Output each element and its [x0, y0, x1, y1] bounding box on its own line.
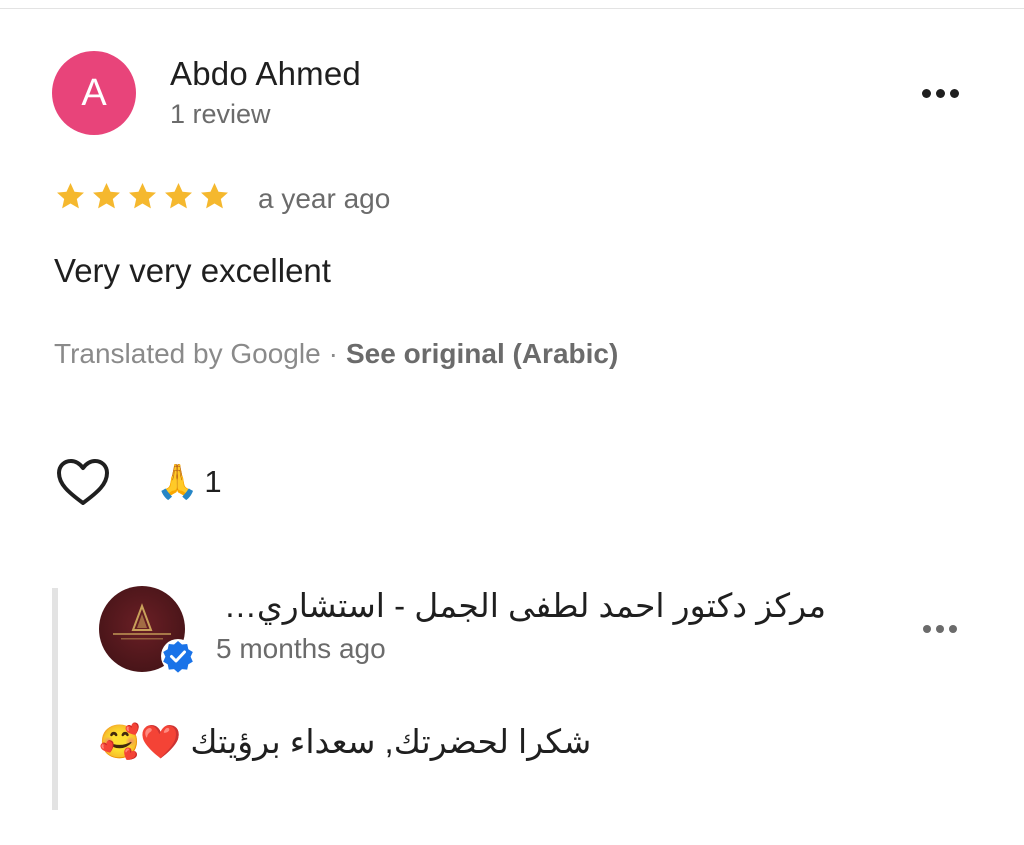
more-dot	[923, 625, 931, 633]
star-rating	[54, 180, 231, 213]
owner-response-text: شكرا لحضرتك, سعداء برؤيتك ❤️🥰	[99, 723, 592, 760]
review-card: A Abdo Ahmed 1 review a year ago Very ve…	[0, 0, 1024, 845]
avatar-letter: A	[81, 71, 107, 114]
pray-emoji: 🙏	[156, 463, 199, 501]
star-icon	[93, 183, 120, 209]
translation-note: Translated by Google · See original (Arabi…	[54, 338, 618, 370]
star-icon	[201, 183, 228, 209]
see-original-link[interactable]: See original (Arabic)	[346, 338, 618, 369]
star-icon	[57, 183, 84, 209]
more-dot	[936, 625, 944, 633]
owner-response-time: 5 months ago	[216, 633, 386, 664]
more-dot	[921, 88, 931, 98]
reply-indent-bar	[52, 588, 58, 810]
verified-badge-icon	[161, 639, 195, 673]
review-more-button[interactable]	[916, 78, 964, 108]
owner-name[interactable]: مركز دكتور احمد لطفى الجمل - استشاري جرا…	[216, 586, 826, 625]
star-icon	[129, 183, 156, 209]
reviewer-avatar[interactable]: A	[52, 51, 136, 135]
owner-response-more-button[interactable]	[916, 614, 964, 644]
star-icon	[165, 183, 192, 209]
review-text: Very very excellent	[54, 252, 331, 289]
more-dot	[935, 88, 945, 98]
heart-outline-icon[interactable]	[54, 456, 112, 510]
review-time: a year ago	[258, 183, 391, 214]
review-count[interactable]: 1 review	[170, 99, 271, 130]
translated-label: Translated by Google	[54, 338, 321, 369]
more-dot	[949, 88, 959, 98]
reviewer-name[interactable]: Abdo Ahmed	[170, 55, 361, 93]
more-dot	[949, 625, 957, 633]
reaction-button[interactable]: 🙏 1	[156, 462, 222, 502]
separator: ·	[328, 338, 338, 369]
reaction-count: 1	[204, 464, 222, 499]
